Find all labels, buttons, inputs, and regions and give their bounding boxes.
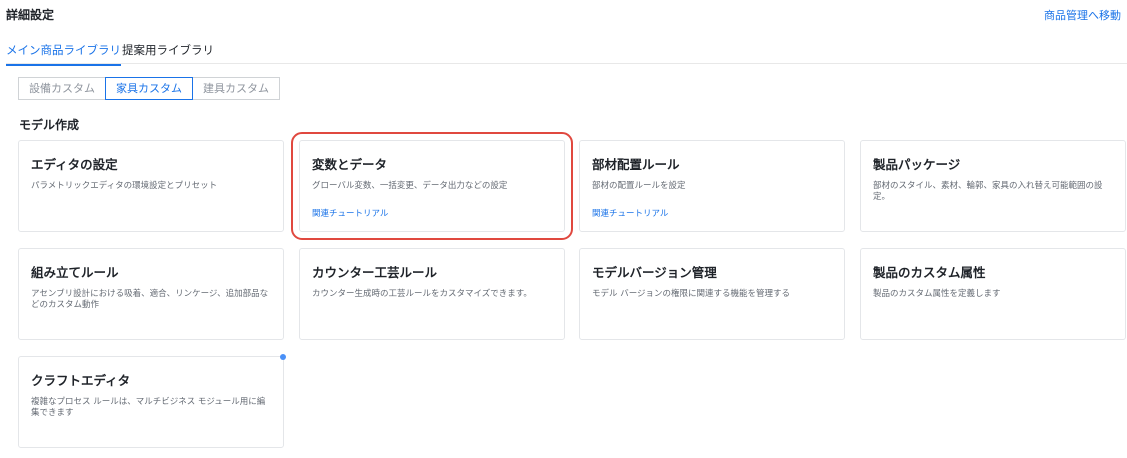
card-title: 製品パッケージ (873, 157, 961, 172)
page-title: 詳細設定 (6, 8, 55, 22)
section-title: モデル作成 (19, 118, 80, 132)
card-assembly-rules[interactable]: 組み立てルール アセンブリ設計における吸着、適合、リンケージ、追加部品などのカス… (18, 248, 284, 340)
card-description: モデル バージョンの権限に関連する機能を管理する (592, 289, 791, 299)
related-tutorial-link[interactable]: 関連チュートリアル (592, 207, 668, 219)
segment-fittings-custom[interactable]: 建具カスタム (192, 77, 280, 100)
card-title: モデルバージョン管理 (592, 265, 717, 280)
card-description: 部材の配置ルールを設定 (592, 181, 686, 191)
card-description: アセンブリ設計における吸着、適合、リンケージ、追加部品などのカスタム動作 (31, 289, 269, 310)
tab-proposal-library[interactable]: 提案用ライブラリ (122, 42, 214, 64)
card-title: 変数とデータ (312, 157, 388, 172)
segment-equipment-custom[interactable]: 設備カスタム (18, 77, 106, 100)
tab-main-library[interactable]: メイン商品ライブラリ (6, 42, 121, 66)
library-tabs: メイン商品ライブラリ 提案用ライブラリ (6, 42, 1127, 66)
card-editor-settings[interactable]: エディタの設定 パラメトリックエディタの環境設定とプリセット (18, 140, 284, 232)
go-to-product-management-link[interactable]: 商品管理へ移動 (1044, 7, 1121, 23)
card-description: パラメトリックエディタの環境設定とプリセット (31, 181, 218, 191)
card-description: 製品のカスタム属性を定義します (873, 289, 1001, 299)
card-title: カウンター工芸ルール (312, 265, 438, 280)
card-title: 組み立てルール (31, 265, 119, 280)
new-indicator-dot (280, 354, 286, 360)
card-description: 複雑なプロセス ルールは、マルチビジネス モジュール用に編集できます (31, 397, 266, 418)
related-tutorial-link[interactable]: 関連チュートリアル (312, 207, 388, 219)
card-title: 部材配置ルール (592, 157, 680, 172)
card-product-package[interactable]: 製品パッケージ 部材のスタイル、素材、輪郭、家具の入れ替え可能範囲の設定。 (860, 140, 1126, 232)
card-description: 部材のスタイル、素材、輪郭、家具の入れ替え可能範囲の設定。 (873, 181, 1103, 202)
card-part-placement-rules[interactable]: 部材配置ルール 部材の配置ルールを設定 関連チュートリアル (579, 140, 845, 232)
card-variables-and-data[interactable]: 変数とデータ グローバル変数、一括変更、データ出力などの設定 関連チュートリアル (291, 132, 573, 240)
custom-type-segmented-control: 設備カスタム 家具カスタム 建具カスタム (18, 77, 280, 100)
card-title: エディタの設定 (31, 157, 118, 172)
card-title: 製品のカスタム属性 (873, 265, 986, 280)
card-description: カウンター生成時の工芸ルールをカスタマイズできます。 (312, 289, 532, 299)
segment-furniture-custom[interactable]: 家具カスタム (105, 77, 193, 100)
card-craft-editor[interactable]: クラフトエディタ 複雑なプロセス ルールは、マルチビジネス モジュール用に編集で… (18, 354, 286, 448)
card-description: グローバル変数、一括変更、データ出力などの設定 (312, 181, 508, 191)
card-model-version-management[interactable]: モデルバージョン管理 モデル バージョンの権限に関連する機能を管理する (579, 248, 845, 340)
card-product-custom-attributes[interactable]: 製品のカスタム属性 製品のカスタム属性を定義します (860, 248, 1126, 340)
card-title: クラフトエディタ (31, 373, 131, 388)
card-counter-craft-rules[interactable]: カウンター工芸ルール カウンター生成時の工芸ルールをカスタマイズできます。 (299, 248, 565, 340)
